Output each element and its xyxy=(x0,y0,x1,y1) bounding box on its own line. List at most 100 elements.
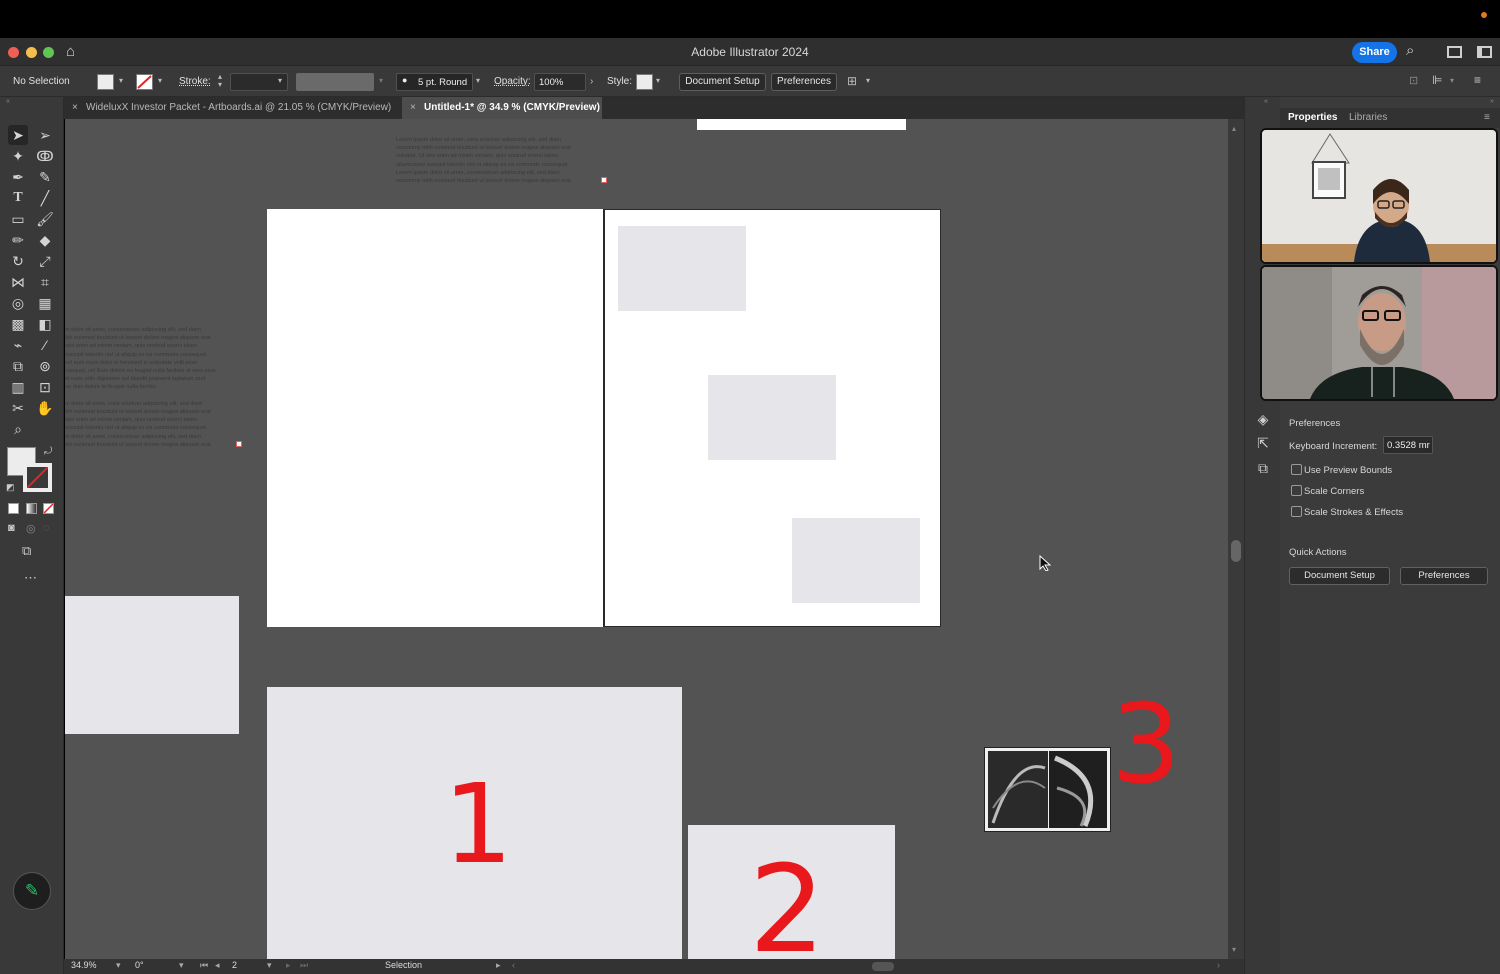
hand-tool-icon[interactable]: ✋ xyxy=(35,398,55,418)
preferences-button[interactable]: Preferences xyxy=(771,73,837,91)
zoom-tool-icon[interactable]: ⌕ xyxy=(8,419,28,439)
placeholder-rectangle[interactable] xyxy=(708,375,836,460)
selection-tool-icon[interactable]: ➤ xyxy=(8,125,28,145)
eraser-tool-icon[interactable]: ◆ xyxy=(35,230,55,250)
tab-untitled-1[interactable]: × Untitled-1* @ 34.9 % (CMYK/Preview) xyxy=(402,97,602,119)
document-setup-button[interactable]: Document Setup xyxy=(679,73,766,91)
draw-inside-icon[interactable]: ◌ xyxy=(43,522,50,534)
chevron-down-icon[interactable]: ▾ xyxy=(1450,76,1454,85)
scale-corners-checkbox[interactable] xyxy=(1291,485,1302,496)
arrange-documents-icon[interactable] xyxy=(1447,46,1462,58)
pen-tool-icon[interactable]: ✒ xyxy=(8,167,28,187)
workspace-switcher-icon[interactable] xyxy=(1477,46,1492,58)
draw-behind-icon[interactable]: ◎ xyxy=(26,522,36,535)
chevron-down-icon[interactable]: ▾ xyxy=(866,76,870,85)
swap-fill-stroke-icon[interactable]: ⤾ xyxy=(44,446,52,457)
collapse-icon[interactable]: « xyxy=(6,98,10,105)
symbol-sprayer-tool-icon[interactable]: ⊚ xyxy=(35,356,55,376)
align-icon[interactable]: ⊡ xyxy=(1409,74,1418,87)
scale-tool-icon[interactable]: ⤢ xyxy=(35,251,55,271)
chevron-down-icon[interactable]: ▾ xyxy=(158,76,162,85)
shaper-tool-icon[interactable]: ✏ xyxy=(8,230,28,250)
gradient-mode-icon[interactable] xyxy=(26,503,37,514)
horizontal-scroll-thumb[interactable] xyxy=(872,962,894,971)
placeholder-rectangle[interactable] xyxy=(65,596,239,734)
panel-menu-icon[interactable]: ≡ xyxy=(1484,112,1490,123)
status-menu-icon[interactable]: ▸ xyxy=(496,960,501,971)
chevron-down-icon[interactable]: ▾ xyxy=(179,960,184,971)
draw-normal-icon[interactable]: ◙ xyxy=(8,522,15,534)
artboard-number[interactable]: 2 xyxy=(232,960,237,970)
search-icon[interactable]: ⌕ xyxy=(1406,42,1414,59)
shape-builder-tool-icon[interactable]: ◎ xyxy=(8,293,28,313)
more-tools-icon[interactable]: ⋯ xyxy=(24,570,37,586)
default-fill-stroke-icon[interactable]: ◩ xyxy=(6,482,15,493)
line-segment-tool-icon[interactable]: ╱ xyxy=(35,188,55,208)
export-icon[interactable]: ⇱ xyxy=(1254,434,1272,452)
collapse-panels-icon[interactable]: « xyxy=(1264,98,1268,105)
edit-pencil-button[interactable]: ✎ xyxy=(13,872,51,910)
first-artboard-icon[interactable]: ⏮ xyxy=(200,960,208,971)
scroll-right-icon[interactable]: › xyxy=(1217,960,1220,970)
scroll-up-icon[interactable]: ▴ xyxy=(1232,124,1236,133)
stroke-swatch[interactable] xyxy=(136,74,153,90)
layers-icon[interactable]: ◈ xyxy=(1254,410,1272,428)
vertical-scroll-thumb[interactable] xyxy=(1231,540,1241,562)
artboard-canvas[interactable]: laoreet augue duis dolore te feugait nul… xyxy=(65,119,1228,959)
video-tile-participant-1[interactable] xyxy=(1260,128,1498,264)
overflow-marker[interactable] xyxy=(236,441,242,447)
chevron-down-icon[interactable]: ▾ xyxy=(116,960,121,971)
tab-investor-packet[interactable]: × WideluxX Investor Packet - Artboards.a… xyxy=(64,97,398,119)
variable-width-profile[interactable] xyxy=(296,73,374,91)
tab-libraries[interactable]: Libraries xyxy=(1349,112,1387,123)
artboard-partial-top[interactable] xyxy=(697,119,906,130)
screen-mode-icon[interactable]: ⧉ xyxy=(22,543,31,559)
chevron-down-icon[interactable]: ▾ xyxy=(267,960,272,971)
chevron-down-icon[interactable]: ▾ xyxy=(119,76,123,85)
text-frame-left[interactable]: m dolor sit amet, consectetuer adipiscin… xyxy=(65,326,216,449)
curvature-tool-icon[interactable]: ✎ xyxy=(35,167,55,187)
last-artboard-icon[interactable]: ⏭ xyxy=(300,960,308,971)
keyboard-increment-input[interactable]: 0.3528 mr xyxy=(1383,436,1433,454)
rotation-value[interactable]: 0° xyxy=(135,960,144,970)
scroll-left-icon[interactable]: ‹ xyxy=(512,960,515,970)
video-tile-participant-2[interactable] xyxy=(1260,265,1498,401)
stroke-color-swatch[interactable] xyxy=(23,463,52,492)
eyedropper-tool-icon[interactable]: ⌁ xyxy=(8,335,28,355)
text-frame-top-fragment[interactable]: laoreet augue duis dolore te feugait nul… xyxy=(396,120,503,128)
tab-properties[interactable]: Properties xyxy=(1288,112,1337,123)
type-tool-icon[interactable]: T xyxy=(8,188,28,208)
free-transform-tool-icon[interactable]: ⌗ xyxy=(35,272,55,292)
direct-selection-tool-icon[interactable]: ➢ xyxy=(35,125,55,145)
brush-definition-select[interactable]: ● 5 pt. Round xyxy=(396,73,473,91)
paintbrush-tool-icon[interactable]: 🖌 xyxy=(35,209,55,229)
overflow-marker[interactable] xyxy=(601,177,607,183)
gradient-tool-icon[interactable]: ◧ xyxy=(35,314,55,334)
mesh-tool-icon[interactable]: ▩ xyxy=(8,314,28,334)
photo-thumbnail[interactable] xyxy=(984,747,1111,832)
arrange-icon[interactable]: ⊞ xyxy=(847,74,857,88)
artboards-icon[interactable]: ⧉ xyxy=(1254,459,1272,477)
preferences-quick-button[interactable]: Preferences xyxy=(1400,567,1488,585)
lasso-tool-icon[interactable]: ↂ xyxy=(35,146,55,166)
measure-tool-icon[interactable]: ⁄ xyxy=(35,335,55,355)
scroll-down-icon[interactable]: ▾ xyxy=(1232,945,1236,954)
close-tab-icon[interactable]: × xyxy=(72,97,78,119)
blend-tool-icon[interactable]: ⧉ xyxy=(8,356,28,376)
stroke-weight-stepper[interactable]: ▴ ▾ xyxy=(218,73,222,89)
magic-wand-tool-icon[interactable]: ✦ xyxy=(8,146,28,166)
graphic-style-swatch[interactable] xyxy=(636,74,653,90)
artboard-tool-icon[interactable]: ⊡ xyxy=(35,377,55,397)
scale-strokes-effects-checkbox[interactable] xyxy=(1291,506,1302,517)
column-graph-tool-icon[interactable]: ▥ xyxy=(8,377,28,397)
close-tab-icon[interactable]: × xyxy=(410,97,416,119)
document-setup-quick-button[interactable]: Document Setup xyxy=(1289,567,1390,585)
chevron-down-icon[interactable]: ▾ xyxy=(476,76,480,85)
none-mode-icon[interactable] xyxy=(43,503,54,514)
rectangle-tool-icon[interactable]: ▭ xyxy=(8,209,28,229)
transform-icon[interactable]: ⊫ xyxy=(1432,73,1442,87)
previous-artboard-icon[interactable]: ◂ xyxy=(215,960,220,971)
stroke-label[interactable]: Stroke: xyxy=(179,76,211,87)
slice-tool-icon[interactable]: ✂ xyxy=(8,398,28,418)
text-frame-top[interactable]: Lorem ipsum dolor sit amet, cons ectetue… xyxy=(396,136,571,185)
